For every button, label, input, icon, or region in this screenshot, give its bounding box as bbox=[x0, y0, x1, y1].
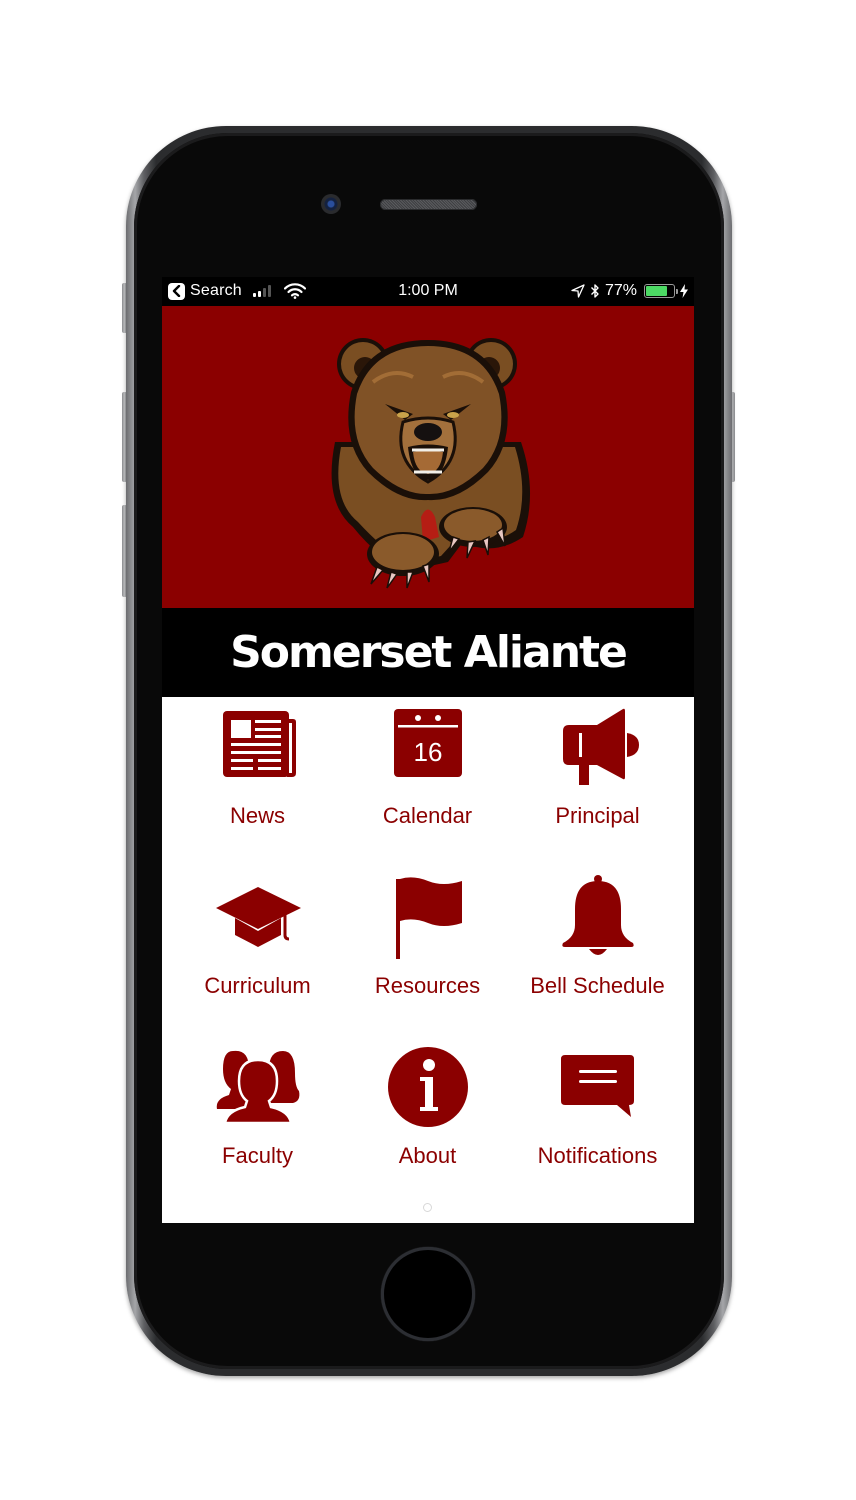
menu-grid: News 16 Calendar Principal Curriculum Re… bbox=[162, 697, 694, 1197]
menu-item-about[interactable]: About bbox=[339, 1037, 516, 1187]
flag-icon bbox=[383, 873, 473, 963]
status-bar: Search 1:00 PM 77% bbox=[162, 277, 694, 306]
battery-icon bbox=[644, 284, 678, 298]
app-screen: Search 1:00 PM 77% Somerset Aliante News… bbox=[162, 277, 694, 1223]
menu-item-resources[interactable]: Resources bbox=[339, 867, 516, 1017]
school-title: Somerset Aliante bbox=[230, 627, 628, 678]
menu-item-principal[interactable]: Principal bbox=[509, 697, 686, 847]
battery-level bbox=[646, 286, 667, 296]
menu-label: Resources bbox=[374, 973, 481, 998]
menu-item-calendar[interactable]: 16 Calendar bbox=[339, 697, 516, 847]
school-title-band: Somerset Aliante bbox=[162, 608, 694, 697]
menu-label: Calendar bbox=[382, 803, 473, 828]
menu-item-faculty[interactable]: Faculty bbox=[169, 1037, 346, 1187]
menu-label: Curriculum bbox=[204, 973, 311, 998]
menu-label: Notifications bbox=[537, 1143, 658, 1168]
menu-item-news[interactable]: News bbox=[169, 697, 346, 847]
megaphone-icon bbox=[553, 703, 643, 793]
menu-label: News bbox=[229, 803, 285, 828]
bluetooth-icon bbox=[590, 284, 599, 298]
menu-label: About bbox=[398, 1143, 457, 1168]
calendar-icon: 16 bbox=[383, 703, 473, 793]
charging-bolt-icon bbox=[680, 284, 688, 298]
battery-percent: 77% bbox=[604, 282, 637, 299]
menu-item-bell-schedule[interactable]: Bell Schedule bbox=[509, 867, 686, 1017]
location-arrow-icon bbox=[571, 284, 585, 298]
menu-item-curriculum[interactable]: Curriculum bbox=[169, 867, 346, 1017]
graduation-cap-icon bbox=[213, 873, 303, 963]
newspaper-icon bbox=[213, 703, 303, 793]
calendar-day: 16 bbox=[413, 737, 442, 767]
front-camera bbox=[321, 194, 341, 214]
hero-banner bbox=[162, 306, 694, 608]
people-group-icon bbox=[213, 1043, 303, 1133]
home-button[interactable] bbox=[381, 1247, 475, 1341]
earpiece-speaker bbox=[380, 199, 477, 210]
bear-mascot-logo bbox=[331, 338, 531, 589]
bell-icon bbox=[553, 873, 643, 963]
page-indicator-dot[interactable] bbox=[423, 1203, 432, 1212]
menu-label: Bell Schedule bbox=[530, 973, 665, 998]
menu-label: Faculty bbox=[222, 1143, 293, 1168]
message-icon bbox=[553, 1043, 643, 1133]
menu-item-notifications[interactable]: Notifications bbox=[509, 1037, 686, 1187]
menu-label: Principal bbox=[555, 803, 640, 828]
info-icon bbox=[383, 1043, 473, 1133]
